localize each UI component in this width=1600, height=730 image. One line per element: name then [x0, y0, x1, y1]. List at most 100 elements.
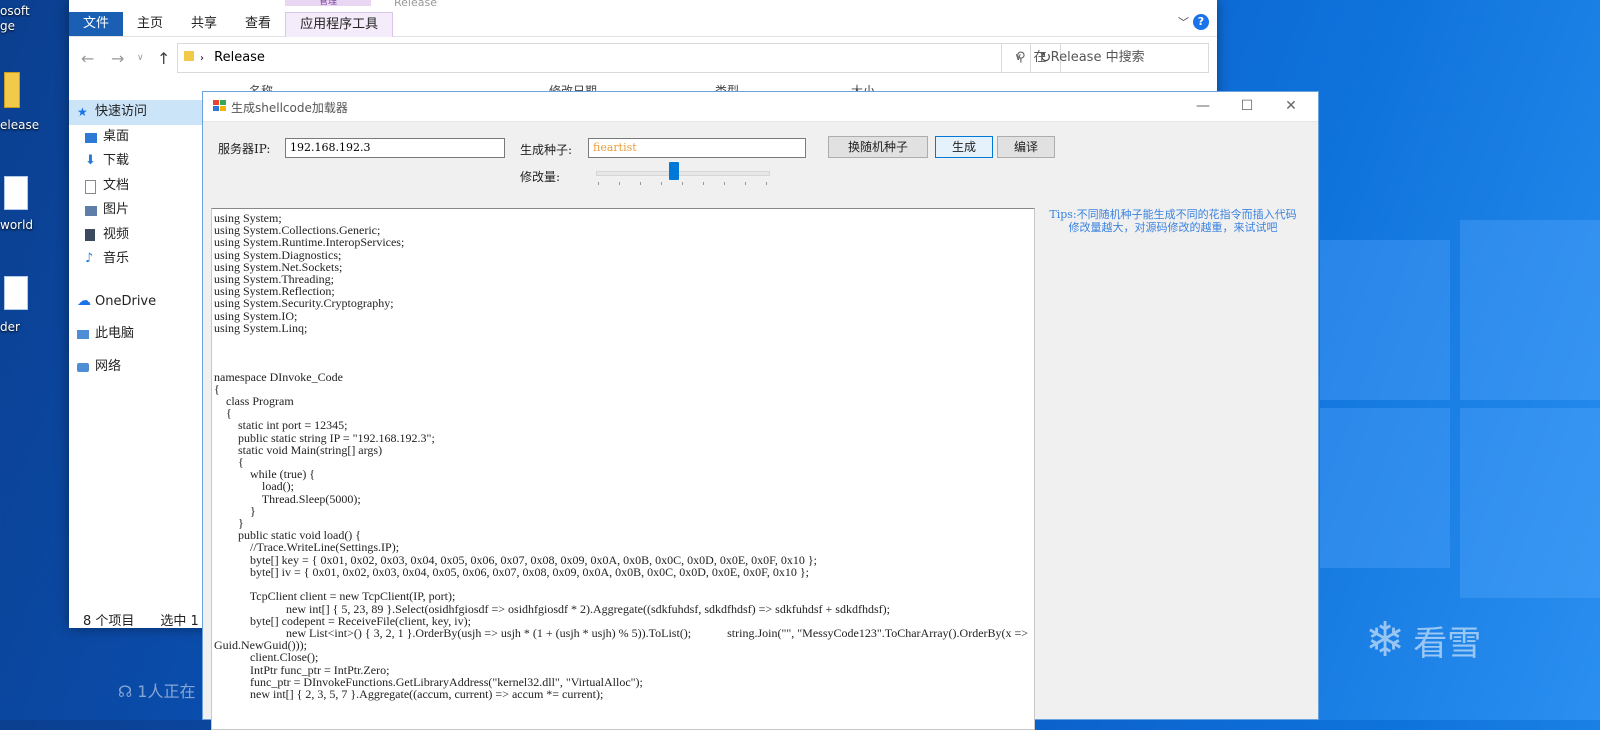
code-editor[interactable]: using System; using System.Collections.G…	[211, 208, 1035, 730]
sidebar-item-documents[interactable]: 文档	[69, 174, 203, 199]
tab-file[interactable]: 文件	[69, 12, 124, 36]
desktop-icon	[85, 132, 97, 143]
folder-icon	[184, 51, 194, 61]
watermark: ❄ 看雪	[1365, 612, 1481, 668]
sidebar-item-label: 文档	[103, 177, 130, 193]
sidebar-item-network[interactable]: 网络	[69, 355, 203, 380]
music-icon: ♪	[85, 251, 94, 266]
video-icon	[85, 228, 95, 241]
chevron-down-icon[interactable]: ﹀	[1178, 14, 1189, 30]
tips-text: Tips:不同随机种子能生成不同的花指令而插入代码 修改量越大，对源码修改的越重…	[1033, 208, 1313, 234]
ribbon-tabs: 文件 主页 共享 查看 应用程序工具	[69, 12, 394, 37]
windows-logo-wallpaper	[1320, 220, 1600, 610]
loader-dialog: 生成shellcode加载器 — ☐ ✕ 服务器IP: 192.168.192.…	[202, 91, 1319, 730]
forward-arrow-icon[interactable]: →	[111, 49, 124, 68]
column-headers: 名称 修改日期 类型 大小	[199, 78, 1217, 92]
sidebar-item-label: 桌面	[103, 128, 130, 144]
sidebar-item-label: 音乐	[103, 251, 130, 266]
slider-tick	[598, 182, 599, 185]
cloud-icon: ☁	[77, 292, 91, 309]
search-input[interactable]: ⚲ 在 Release 中搜索	[1001, 43, 1209, 73]
recent-chevron-icon[interactable]: ∨	[137, 53, 144, 63]
navigation-pane: ★ 快速访问 桌面 ⬇ 下载 文档 图片 视频 ♪ 音乐 ☁ OneDrive 此电脑 …	[69, 92, 203, 379]
sidebar-item-onedrive[interactable]: ☁ OneDrive	[69, 290, 203, 315]
dialog-titlebar: 生成shellcode加载器 — ☐ ✕	[203, 92, 1318, 122]
sidebar-item-music[interactable]: ♪ 音乐	[69, 247, 203, 272]
slider-tick	[640, 182, 641, 185]
watermark-text: 看雪	[1413, 623, 1482, 664]
desktop-icon-der[interactable]: der	[0, 276, 52, 334]
sidebar-item-label: OneDrive	[95, 293, 157, 309]
document-icon	[4, 276, 28, 310]
slider-tick	[745, 182, 746, 185]
server-ip-input[interactable]: 192.168.192.3	[285, 138, 505, 158]
context-tab-group: 管理	[285, 0, 371, 7]
desktop-icon-release[interactable]: elease	[0, 72, 52, 132]
app-icon	[213, 100, 226, 112]
sidebar-item-desktop[interactable]: 桌面	[69, 125, 203, 150]
slider-tick	[661, 182, 662, 185]
sidebar-item-label: 此电脑	[95, 326, 135, 341]
generate-button[interactable]: 生成	[935, 136, 993, 158]
picture-icon	[85, 206, 97, 216]
slider-thumb[interactable]	[669, 162, 679, 180]
help-icon[interactable]: ?	[1193, 14, 1209, 30]
modify-amount-label: 修改量:	[520, 170, 561, 184]
star-icon: ★	[77, 105, 88, 119]
tab-home[interactable]: 主页	[123, 12, 177, 36]
server-ip-label: 服务器IP:	[218, 142, 271, 156]
document-icon	[4, 176, 28, 210]
ribbon: 管理 Release 文件 主页 共享 查看 应用程序工具 ﹀ ?	[69, 0, 1217, 37]
breadcrumb: Release	[214, 50, 265, 65]
desktop-icon-label: osoft ge	[0, 4, 30, 33]
sidebar-item-downloads[interactable]: ⬇ 下载	[69, 149, 203, 174]
desktop-icon-label: der	[0, 320, 20, 334]
back-arrow-icon[interactable]: ←	[81, 49, 94, 68]
sidebar-item-this-pc[interactable]: 此电脑	[69, 322, 203, 347]
modify-amount-slider[interactable]	[596, 162, 770, 186]
tab-share[interactable]: 共享	[177, 12, 231, 36]
document-icon	[85, 179, 96, 194]
desktop-icon-edge[interactable]: osoft ge	[0, 0, 52, 34]
network-icon	[77, 362, 89, 372]
address-bar[interactable]: › Release ∨	[177, 43, 1031, 73]
sidebar-item-quick-access[interactable]: ★ 快速访问	[69, 100, 203, 125]
minimize-button[interactable]: —	[1188, 96, 1218, 116]
sidebar-item-label: 视频	[103, 226, 130, 242]
tips-line: Tips:不同随机种子能生成不同的花指令而插入代码	[1049, 208, 1297, 221]
search-icon: ⚲	[1016, 50, 1026, 65]
taskbar-notice-text: 1人正在	[137, 682, 196, 701]
desktop-icon-label: elease	[0, 118, 40, 132]
maximize-button[interactable]: ☐	[1232, 96, 1262, 116]
slider-track	[596, 171, 770, 176]
slider-tick	[766, 182, 767, 185]
slider-tick	[619, 182, 620, 185]
random-seed-button[interactable]: 换随机种子	[828, 136, 928, 158]
sidebar-item-videos[interactable]: 视频	[69, 223, 203, 248]
tab-app-tools[interactable]: 应用程序工具	[285, 12, 394, 37]
snowflake-icon: ❄	[1365, 612, 1406, 668]
sidebar-item-pictures[interactable]: 图片	[69, 198, 203, 223]
folder-icon	[4, 72, 20, 108]
seed-label: 生成种子:	[520, 143, 573, 157]
desktop-icon-world[interactable]: world	[0, 176, 52, 232]
sidebar-item-label: 下载	[103, 153, 130, 168]
dialog-title: 生成shellcode加载器	[231, 101, 348, 115]
computer-icon	[77, 330, 89, 339]
up-arrow-icon[interactable]: ↑	[157, 49, 170, 68]
slider-tick	[724, 182, 725, 185]
address-row: ← → ∨ ↑ › Release ∨ ↻ ⚲ 在 Release 中搜索	[69, 37, 1217, 81]
window-title: Release	[394, 0, 437, 9]
close-button[interactable]: ✕	[1276, 96, 1306, 116]
compile-button[interactable]: 编译	[997, 136, 1055, 158]
chat-icon: ☊	[118, 682, 138, 701]
generated-code: using System; using System.Collections.G…	[214, 211, 1029, 701]
tab-view[interactable]: 查看	[231, 12, 285, 36]
sidebar-item-label: 图片	[103, 202, 130, 217]
slider-tick	[703, 182, 704, 185]
search-placeholder: 在 Release 中搜索	[1033, 50, 1145, 65]
desktop-icon-label: world	[0, 218, 34, 232]
tips-line: 修改量越大，对源码修改的越重，来试试吧	[1068, 221, 1278, 234]
item-count: 8 个项目	[83, 614, 135, 629]
seed-input[interactable]: fieartist	[588, 138, 806, 158]
